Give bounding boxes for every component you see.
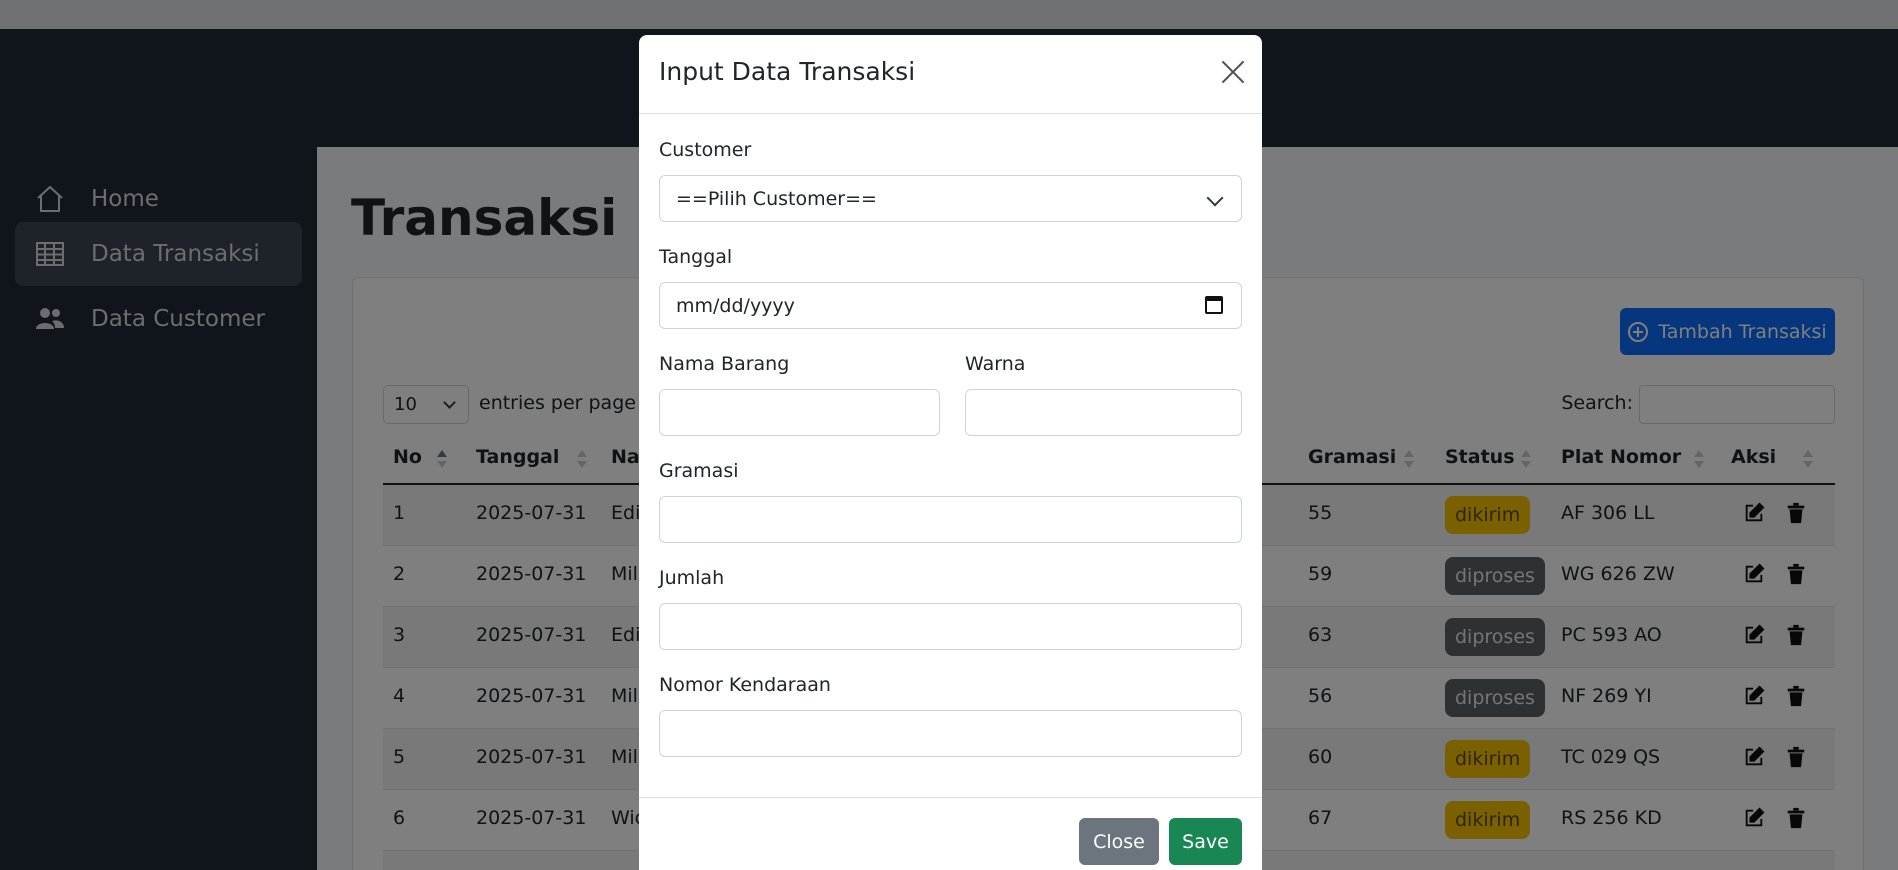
input-transaction-modal: Input Data Transaksi Customer ==Pilih Cu… — [639, 35, 1262, 870]
nama-barang-input[interactable] — [659, 389, 940, 436]
warna-label: Warna — [965, 353, 1026, 375]
close-icon[interactable] — [1220, 59, 1246, 85]
jumlah-label: Jumlah — [659, 567, 725, 589]
customer-select[interactable]: ==Pilih Customer== — [659, 175, 1242, 222]
warna-input[interactable] — [965, 389, 1242, 436]
customer-select-value: ==Pilih Customer== — [676, 187, 877, 210]
close-button[interactable]: Close — [1079, 818, 1159, 865]
jumlah-input[interactable] — [659, 603, 1242, 650]
save-button[interactable]: Save — [1169, 818, 1242, 865]
modal-footer: Close Save — [639, 797, 1262, 870]
modal-header: Input Data Transaksi — [639, 35, 1262, 114]
gramasi-input[interactable] — [659, 496, 1242, 543]
nama-barang-label: Nama Barang — [659, 353, 790, 375]
gramasi-label: Gramasi — [659, 460, 739, 482]
customer-label: Customer — [659, 139, 752, 161]
modal-title: Input Data Transaksi — [659, 57, 916, 86]
tanggal-date-input[interactable]: mm/dd/yyyy — [659, 282, 1242, 329]
chevron-down-icon — [1206, 189, 1224, 207]
tanggal-placeholder: mm/dd/yyyy — [676, 294, 795, 317]
tanggal-label: Tanggal — [659, 246, 733, 268]
calendar-icon[interactable] — [1205, 296, 1223, 314]
nomor-kendaraan-input[interactable] — [659, 710, 1242, 757]
nomor-kendaraan-label: Nomor Kendaraan — [659, 674, 831, 696]
